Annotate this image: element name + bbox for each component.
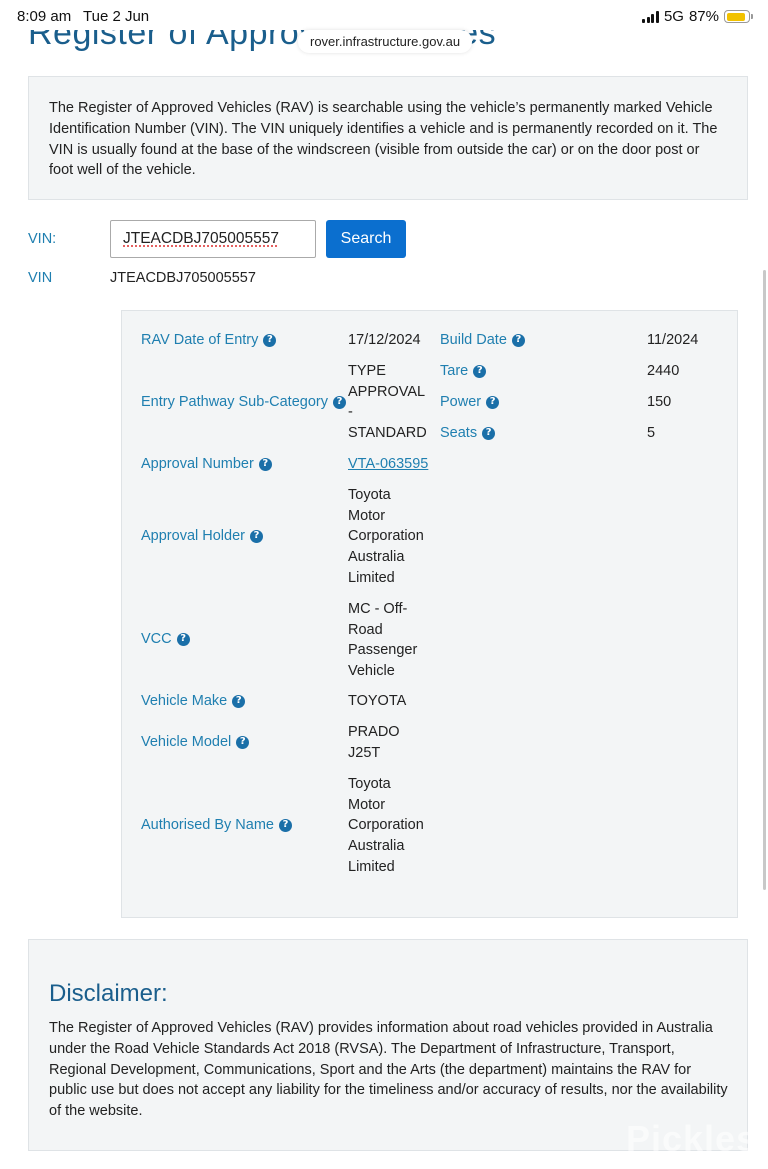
authorised-by-line: Limited	[348, 858, 395, 875]
question-circle-icon[interactable]: ?	[176, 632, 190, 646]
authorised-by-label: Authorised By Name?	[141, 817, 292, 833]
vin-search-label: VIN:	[28, 231, 57, 247]
approval-holder-label-text: Approval Holder	[141, 528, 245, 544]
authorised-by-line: Toyota	[348, 776, 391, 792]
question-circle-icon[interactable]: ?	[473, 364, 487, 378]
question-circle-icon[interactable]: ?	[482, 426, 496, 440]
status-date: Tue 2 Jun	[83, 8, 150, 25]
seats-value: 5	[647, 425, 656, 441]
authorised-by-label-text: Authorised By Name	[141, 817, 274, 833]
vcc-value: MC - Off- Road Passenger Vehicle	[348, 599, 417, 682]
watermark-logo: Pickles	[626, 1118, 758, 1159]
build-date-value: 11/2024	[647, 332, 699, 348]
page-scrollbar[interactable]	[763, 270, 766, 890]
vehicle-make-label-text: Vehicle Make	[141, 693, 228, 709]
authorised-by-line: Motor	[348, 796, 386, 813]
vehicle-model-line: J25T	[348, 744, 381, 761]
vcc-line: Vehicle	[348, 663, 395, 680]
vcc-label: VCC?	[141, 631, 190, 647]
power-value: 150	[647, 394, 672, 410]
approval-holder-line: Corporation	[348, 528, 424, 545]
pathway-line: TYPE	[348, 363, 386, 379]
pathway-line: -	[348, 404, 353, 421]
battery-fill	[726, 12, 745, 21]
vcc-line: Road	[348, 621, 383, 638]
vin-search-input[interactable]: JTEACDBJ705005557	[110, 220, 316, 258]
approval-holder-line: Australia	[348, 549, 405, 566]
rav-date-label-text: RAV Date of Entry	[141, 332, 259, 348]
status-bar: 8:09 am Tue 2 Jun 5G 87%	[0, 0, 768, 32]
vehicle-model-value: PRADO J25T	[348, 722, 400, 763]
status-indicators: 5G 87%	[642, 8, 753, 25]
question-circle-icon[interactable]: ?	[258, 457, 272, 471]
pathway-label: Entry Pathway Sub-Category?	[141, 394, 346, 410]
seats-label-text: Seats	[440, 425, 478, 441]
build-date-label-text: Build Date	[440, 332, 507, 348]
vcc-line: Passenger	[348, 642, 418, 659]
vehicle-model-line: PRADO	[348, 724, 400, 740]
intro-text: The Register of Approved Vehicles (RAV) …	[49, 100, 718, 179]
battery-icon	[724, 10, 753, 23]
approval-number-label: Approval Number?	[141, 456, 272, 472]
build-date-label: Build Date?	[440, 332, 525, 348]
pathway-line: APPROVAL	[348, 383, 426, 400]
rav-date-label: RAV Date of Entry?	[141, 332, 277, 348]
vehicle-make-value: TOYOTA	[348, 693, 407, 709]
question-circle-icon[interactable]: ?	[249, 529, 263, 543]
question-circle-icon[interactable]: ?	[278, 818, 292, 832]
vehicle-make-label: Vehicle Make?	[141, 693, 246, 709]
tare-label: Tare?	[440, 363, 487, 379]
vcc-line: MC - Off-	[348, 601, 408, 617]
authorised-by-value: Toyota Motor Corporation Australia Limit…	[348, 774, 424, 878]
cellular-signal-icon	[642, 10, 659, 23]
vehicle-model-label-text: Vehicle Model	[141, 734, 232, 750]
vcc-label-text: VCC	[141, 631, 172, 647]
vehicle-details-panel: RAV Date of Entry? 17/12/2024 Entry Path…	[121, 310, 738, 918]
pathway-value: TYPE APPROVAL - STANDARD	[348, 361, 427, 444]
address-bar[interactable]: rover.infrastructure.gov.au	[298, 30, 473, 53]
approval-holder-line: Toyota	[348, 487, 391, 503]
vin-search-value: JTEACDBJ705005557	[123, 230, 279, 247]
power-label-text: Power	[440, 394, 482, 410]
vin-result-value: JTEACDBJ705005557	[110, 270, 256, 286]
approval-holder-label: Approval Holder?	[141, 528, 263, 544]
disclaimer-title: Disclaimer:	[49, 980, 168, 1007]
power-label: Power?	[440, 394, 500, 410]
search-button[interactable]: Search	[326, 220, 406, 258]
question-circle-icon[interactable]: ?	[332, 395, 346, 409]
authorised-by-line: Australia	[348, 838, 405, 855]
approval-holder-value: Toyota Motor Corporation Australia Limit…	[348, 485, 424, 589]
status-time: 8:09 am	[17, 8, 72, 25]
approval-holder-line: Limited	[348, 569, 395, 586]
rav-date-value: 17/12/2024	[348, 332, 421, 348]
question-circle-icon[interactable]: ?	[486, 395, 500, 409]
question-circle-icon[interactable]: ?	[263, 333, 277, 347]
seats-label: Seats?	[440, 425, 496, 441]
question-circle-icon[interactable]: ?	[511, 333, 525, 347]
question-circle-icon[interactable]: ?	[232, 694, 246, 708]
intro-panel: The Register of Approved Vehicles (RAV) …	[28, 76, 748, 200]
approval-number-label-text: Approval Number	[141, 456, 254, 472]
approval-holder-line: Motor	[348, 507, 386, 524]
network-type: 5G	[663, 8, 684, 25]
pathway-line: STANDARD	[348, 425, 427, 442]
tare-label-text: Tare	[440, 363, 469, 379]
battery-percent: 87%	[688, 8, 719, 25]
vehicle-model-label: Vehicle Model?	[141, 734, 250, 750]
approval-number-link[interactable]: VTA-063595	[348, 454, 428, 475]
authorised-by-line: Corporation	[348, 817, 424, 834]
disclaimer-text: The Register of Approved Vehicles (RAV) …	[49, 1020, 728, 1120]
question-circle-icon[interactable]: ?	[236, 735, 250, 749]
tare-value: 2440	[647, 363, 680, 379]
pathway-label-text: Entry Pathway Sub-Category	[141, 394, 328, 410]
vin-result-label: VIN	[28, 270, 53, 286]
